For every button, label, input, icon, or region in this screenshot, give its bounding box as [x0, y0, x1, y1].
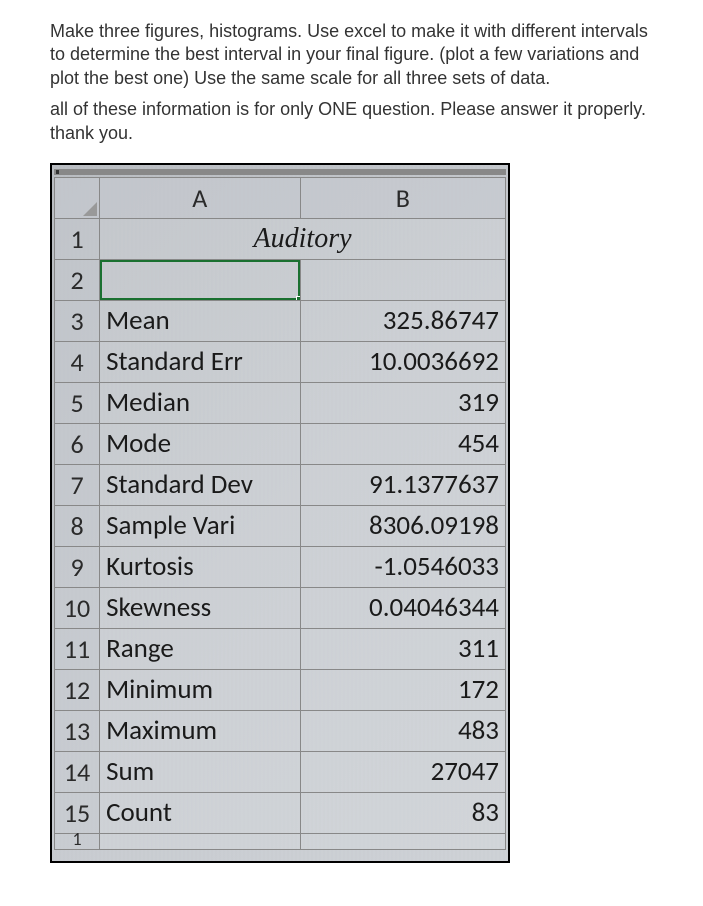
cell-b5[interactable]: 319 [300, 382, 505, 423]
cell-b10[interactable]: 0.04046344 [300, 587, 505, 628]
select-all-corner[interactable] [55, 177, 100, 218]
cell-b7[interactable]: 91.1377637 [300, 464, 505, 505]
excel-grid: A B 1 Auditory 2 3 Mean 325.86747 4 Stan… [54, 177, 506, 850]
cell-a15[interactable]: Count [100, 792, 300, 833]
cell-a14[interactable]: Sum [100, 751, 300, 792]
cell-a11[interactable]: Range [100, 628, 300, 669]
cell-a7[interactable]: Standard Dev [100, 464, 300, 505]
cell-b2[interactable] [300, 259, 505, 300]
instruction-text-2: all of these information is for only ONE… [50, 98, 653, 145]
row-header-12[interactable]: 12 [55, 669, 100, 710]
row-header-16-partial[interactable]: 1 [55, 833, 100, 849]
column-header-b[interactable]: B [300, 177, 505, 218]
cell-b15[interactable]: 83 [300, 792, 505, 833]
row-header-1[interactable]: 1 [55, 218, 100, 259]
merged-title-cell[interactable]: Auditory [100, 218, 506, 259]
cell-a12[interactable]: Minimum [100, 669, 300, 710]
row-header-14[interactable]: 14 [55, 751, 100, 792]
spreadsheet-screenshot: A B 1 Auditory 2 3 Mean 325.86747 4 Stan… [50, 163, 510, 863]
cell-b12[interactable]: 172 [300, 669, 505, 710]
cell-a5[interactable]: Median [100, 382, 300, 423]
cell-a9[interactable]: Kurtosis [100, 546, 300, 587]
column-header-a[interactable]: A [100, 177, 300, 218]
cell-a16[interactable] [100, 833, 300, 849]
row-header-6[interactable]: 6 [55, 423, 100, 464]
cell-b4[interactable]: 10.0036692 [300, 341, 505, 382]
active-cell-a2[interactable] [100, 259, 300, 300]
row-header-8[interactable]: 8 [55, 505, 100, 546]
cell-a4[interactable]: Standard Err [100, 341, 300, 382]
row-header-10[interactable]: 10 [55, 587, 100, 628]
cell-b6[interactable]: 454 [300, 423, 505, 464]
cell-a13[interactable]: Maximum [100, 710, 300, 751]
row-header-3[interactable]: 3 [55, 300, 100, 341]
formula-bar-edge [54, 169, 506, 175]
row-header-11[interactable]: 11 [55, 628, 100, 669]
cell-a10[interactable]: Skewness [100, 587, 300, 628]
row-header-13[interactable]: 13 [55, 710, 100, 751]
cell-a3[interactable]: Mean [100, 300, 300, 341]
row-header-7[interactable]: 7 [55, 464, 100, 505]
cell-b11[interactable]: 311 [300, 628, 505, 669]
cell-b13[interactable]: 483 [300, 710, 505, 751]
corner-triangle-icon [83, 202, 97, 216]
cell-b9[interactable]: -1.0546033 [300, 546, 505, 587]
cell-a6[interactable]: Mode [100, 423, 300, 464]
selection-border [100, 259, 300, 300]
cell-b14[interactable]: 27047 [300, 751, 505, 792]
cell-b8[interactable]: 8306.09198 [300, 505, 505, 546]
row-header-2[interactable]: 2 [55, 259, 100, 300]
instruction-text-1: Make three figures, histograms. Use exce… [50, 20, 653, 90]
cell-a8[interactable]: Sample Vari [100, 505, 300, 546]
row-header-4[interactable]: 4 [55, 341, 100, 382]
row-header-5[interactable]: 5 [55, 382, 100, 423]
fill-handle[interactable] [296, 296, 301, 301]
cell-b3[interactable]: 325.86747 [300, 300, 505, 341]
cell-b16[interactable] [300, 833, 505, 849]
row-header-9[interactable]: 9 [55, 546, 100, 587]
